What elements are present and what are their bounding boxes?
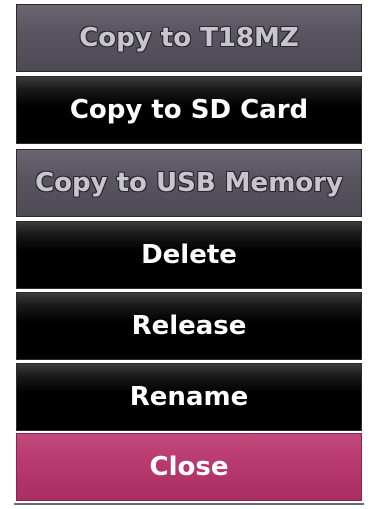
rename-button[interactable]: Rename	[16, 363, 362, 431]
file-context-menu: Copy to T18MZ Copy to SD Card Copy to US…	[0, 0, 376, 509]
delete-button[interactable]: Delete	[16, 221, 362, 289]
close-button[interactable]: Close	[16, 433, 362, 501]
copy-to-t18mz-button: Copy to T18MZ	[16, 4, 362, 72]
copy-to-sd-card-button[interactable]: Copy to SD Card	[16, 76, 362, 144]
release-label: Release	[131, 311, 247, 341]
copy-to-sd-card-label: Copy to SD Card	[69, 95, 309, 125]
copy-to-t18mz-label: Copy to T18MZ	[79, 23, 299, 53]
close-label: Close	[149, 452, 229, 482]
copy-to-usb-memory-button: Copy to USB Memory	[16, 149, 362, 217]
menu-bottom-divider	[14, 503, 364, 505]
rename-label: Rename	[129, 382, 249, 412]
release-button[interactable]: Release	[16, 292, 362, 360]
copy-to-usb-memory-label: Copy to USB Memory	[35, 168, 343, 198]
delete-label: Delete	[141, 240, 237, 270]
